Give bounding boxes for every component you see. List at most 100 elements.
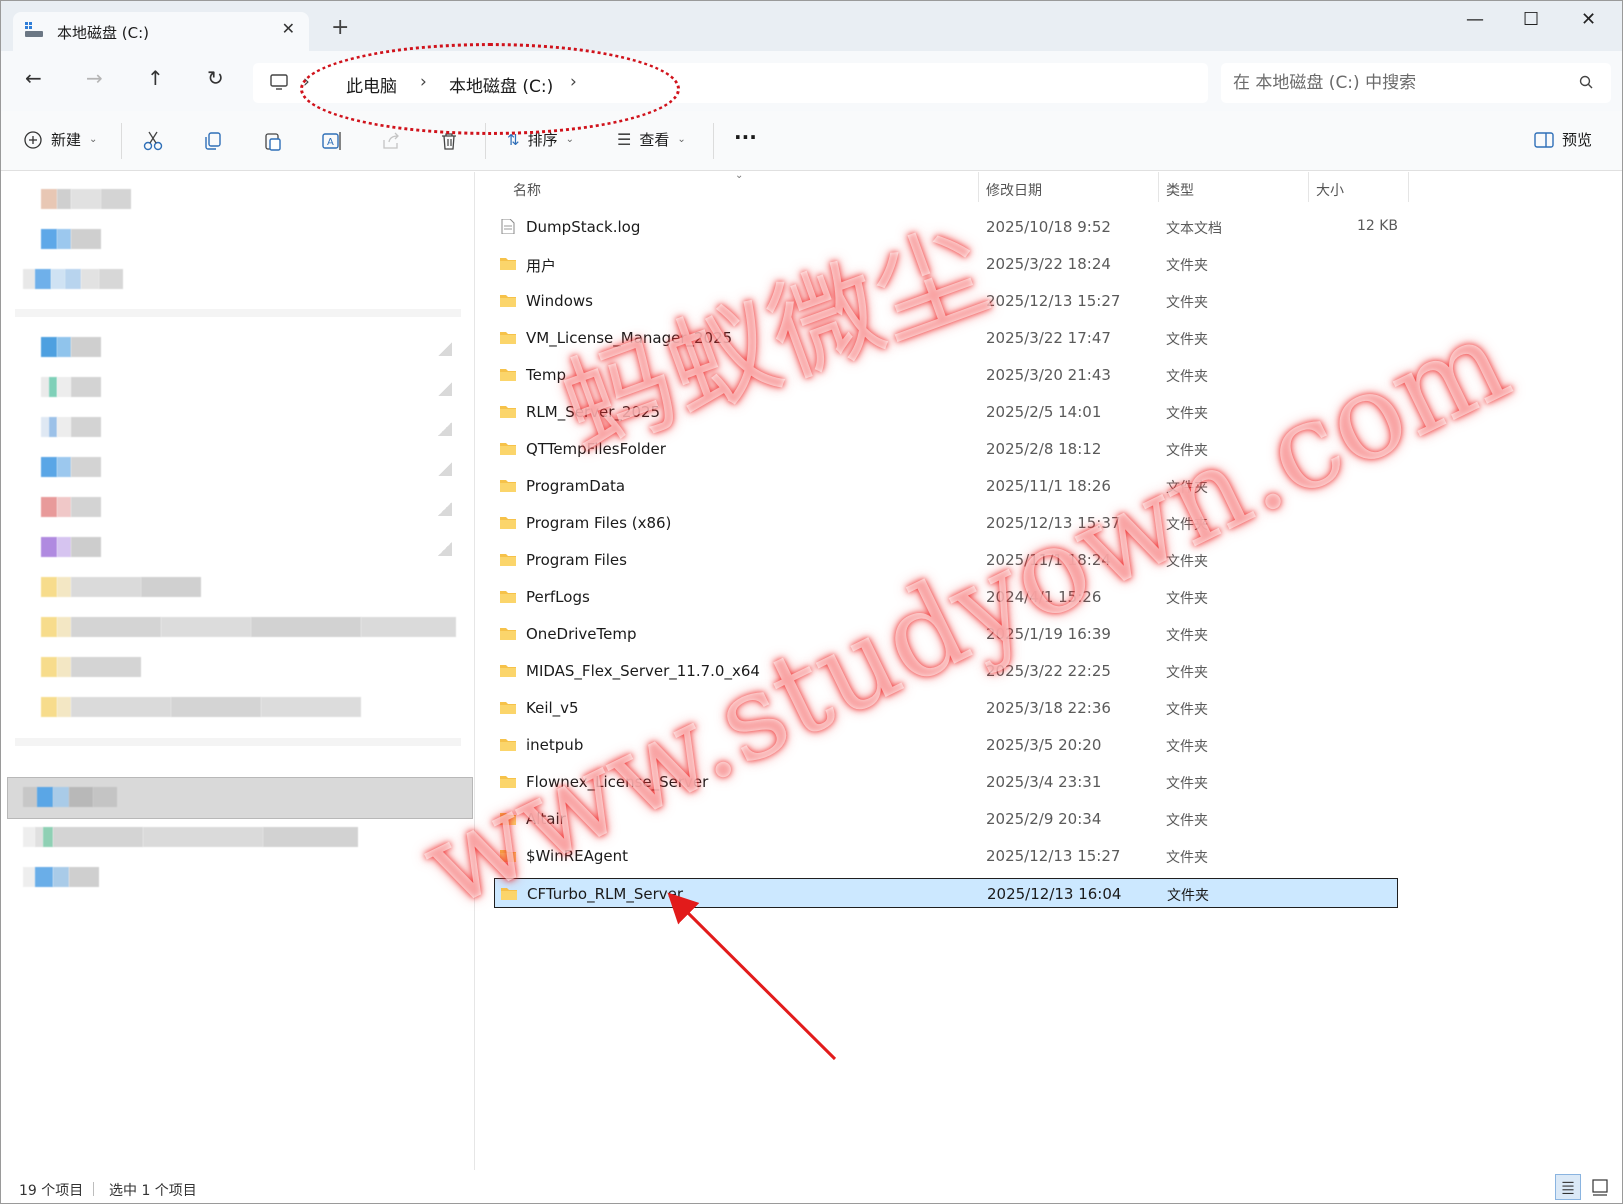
breadcrumb-separator-icon[interactable]: › xyxy=(303,72,310,92)
details-view-icon[interactable] xyxy=(1555,1174,1581,1200)
column-header-name[interactable]: 名称 xyxy=(513,180,541,200)
column-header-size[interactable]: 大小 xyxy=(1316,180,1344,200)
file-row[interactable]: VM_License_Manager_2025 2025/3/22 17:47 文件… xyxy=(494,323,1398,353)
view-label: 查看 xyxy=(639,131,670,149)
navigation-pane xyxy=(1,172,475,1170)
column-separator[interactable] xyxy=(1308,172,1309,202)
file-row[interactable]: RLM_Server_2025 2025/2/5 14:01 文件夹 xyxy=(494,397,1398,427)
breadcrumb-local-disk[interactable]: 本地磁盘 (C:) xyxy=(449,72,553,97)
file-row[interactable]: ProgramData 2025/11/1 18:26 文件夹 xyxy=(494,471,1398,501)
maximize-button[interactable]: ☐ xyxy=(1523,9,1539,30)
copy-icon[interactable] xyxy=(202,130,224,152)
minimize-button[interactable]: — xyxy=(1466,9,1484,30)
sidebar-item-blurred[interactable] xyxy=(41,417,101,437)
back-button[interactable]: ← xyxy=(25,68,42,88)
sidebar-item-blurred[interactable] xyxy=(41,229,101,249)
sidebar-item-blurred[interactable] xyxy=(41,337,101,357)
sidebar-item-blurred[interactable] xyxy=(23,867,99,887)
file-row[interactable]: Altair 2025/2/9 20:34 文件夹 xyxy=(494,804,1398,834)
file-name: Flownex_License_Server xyxy=(526,773,709,791)
search-icon[interactable] xyxy=(1579,75,1593,89)
sidebar-item-blurred[interactable] xyxy=(23,269,123,289)
file-row[interactable]: Program Files (x86) 2025/12/13 15:37 文件夹 xyxy=(494,508,1398,538)
paste-icon[interactable] xyxy=(262,130,284,152)
pin-icon xyxy=(438,382,452,396)
search-input[interactable] xyxy=(1233,69,1563,97)
more-options-button[interactable]: ··· xyxy=(734,125,757,149)
file-row[interactable]: PerfLogs 2024/4/1 15:26 文件夹 xyxy=(494,582,1398,612)
column-header-modified[interactable]: 修改日期 xyxy=(986,180,1042,200)
new-tab-button[interactable]: + xyxy=(331,17,349,39)
up-button[interactable]: ↑ xyxy=(147,68,164,88)
column-separator[interactable] xyxy=(978,172,979,202)
file-row[interactable]: Program Files 2025/11/1 18:24 文件夹 xyxy=(494,545,1398,575)
file-row[interactable]: Flownex_License_Server 2025/3/4 23:31 文件夹 xyxy=(494,767,1398,797)
chevron-down-icon: ⌄ xyxy=(565,134,574,145)
sidebar-item-blurred[interactable] xyxy=(41,657,141,677)
sidebar-item-blurred[interactable] xyxy=(41,537,101,557)
sidebar-item-blurred[interactable] xyxy=(41,377,101,397)
pin-icon xyxy=(438,342,452,356)
file-row[interactable]: inetpub 2025/3/5 20:20 文件夹 xyxy=(494,730,1398,760)
file-row[interactable]: Windows 2025/12/13 15:27 文件夹 xyxy=(494,286,1398,316)
refresh-button[interactable]: ↻ xyxy=(207,68,224,88)
cut-icon[interactable] xyxy=(142,130,164,152)
sidebar-item-blurred[interactable] xyxy=(41,497,101,517)
view-button[interactable]: ☰ 查看 ⌄ xyxy=(617,129,686,150)
sidebar-item-blurred[interactable] xyxy=(41,189,131,209)
close-window-button[interactable]: ✕ xyxy=(1581,9,1596,30)
folder-icon xyxy=(500,776,516,788)
sidebar-item-blurred[interactable] xyxy=(41,697,361,717)
close-tab-icon[interactable]: ✕ xyxy=(282,19,295,38)
folder-icon xyxy=(500,258,516,270)
file-row[interactable]: DumpStack.log 2025/10/18 9:52 文本文档 12 KB xyxy=(494,212,1398,242)
breadcrumb-separator-icon[interactable]: › xyxy=(570,72,577,92)
view-icon: ☰ xyxy=(617,130,632,149)
file-date: 2025/3/22 22:25 xyxy=(986,662,1111,680)
pin-icon xyxy=(438,502,452,516)
file-type: 文件夹 xyxy=(1166,591,1208,607)
file-row[interactable]: CFTurbo_RLM_Server 2025/12/13 16:04 文件夹 xyxy=(494,878,1398,908)
delete-icon[interactable] xyxy=(438,130,460,152)
column-separator[interactable] xyxy=(1408,172,1409,202)
sidebar-item-blurred[interactable] xyxy=(41,617,456,637)
breadcrumb-separator-icon[interactable]: › xyxy=(420,72,427,92)
file-row[interactable]: Temp 2025/3/20 21:43 文件夹 xyxy=(494,360,1398,390)
forward-button[interactable]: → xyxy=(86,68,103,88)
file-explorer-window: 本地磁盘 (C:) ✕ + — ☐ ✕ ← → ↑ ↻ › 此电脑 › 本地磁盘… xyxy=(0,0,1623,1204)
status-divider xyxy=(93,1182,94,1196)
sidebar-item-blurred[interactable] xyxy=(41,577,201,597)
rename-icon[interactable]: A xyxy=(321,130,343,152)
file-row[interactable]: Keil_v5 2025/3/18 22:36 文件夹 xyxy=(494,693,1398,723)
status-bar: 19 个项目 选中 1 个项目 xyxy=(1,1170,1622,1203)
folder-icon xyxy=(500,702,516,714)
tiles-view-icon[interactable] xyxy=(1587,1174,1613,1200)
sidebar-item-blurred[interactable] xyxy=(23,787,117,807)
command-bar: 新建 ⌄ A ⇅ 排序 ⌄ ☰ 查看 ⌄ ··· 预览 xyxy=(1,111,1622,171)
tab-local-disk[interactable]: 本地磁盘 (C:) ✕ xyxy=(13,12,309,51)
sidebar-item-blurred[interactable] xyxy=(41,457,101,477)
file-name: DumpStack.log xyxy=(526,218,641,236)
preview-button[interactable]: 预览 xyxy=(1534,129,1592,150)
column-header-type[interactable]: 类型 xyxy=(1166,180,1194,200)
file-row[interactable]: 用户 2025/3/22 18:24 文件夹 xyxy=(494,249,1398,279)
file-type: 文件夹 xyxy=(1166,776,1208,792)
file-row[interactable]: $WinREAgent 2025/12/13 15:27 文件夹 xyxy=(494,841,1398,871)
file-row[interactable]: MIDAS_Flex_Server_11.7.0_x64 2025/3/22 22… xyxy=(494,656,1398,686)
drive-icon xyxy=(25,22,43,37)
file-row[interactable]: QTTempFilesFolder 2025/2/8 18:12 文件夹 xyxy=(494,434,1398,464)
address-bar[interactable]: › 此电脑 › 本地磁盘 (C:) › xyxy=(253,63,1208,103)
pin-icon xyxy=(438,542,452,556)
file-name: Altair xyxy=(526,810,566,828)
column-separator[interactable] xyxy=(1158,172,1159,202)
share-icon[interactable] xyxy=(380,130,402,152)
new-button[interactable]: 新建 ⌄ xyxy=(23,129,97,150)
sort-button[interactable]: ⇅ 排序 ⌄ xyxy=(507,129,574,150)
preview-pane-icon xyxy=(1534,131,1554,148)
sidebar-item-blurred[interactable] xyxy=(23,827,358,847)
breadcrumb-this-pc[interactable]: 此电脑 xyxy=(346,72,397,97)
search-box[interactable] xyxy=(1221,63,1611,103)
selected-count: 选中 1 个项目 xyxy=(109,1183,197,1199)
svg-text:A: A xyxy=(327,137,334,148)
file-row[interactable]: OneDriveTemp 2025/1/19 16:39 文件夹 xyxy=(494,619,1398,649)
